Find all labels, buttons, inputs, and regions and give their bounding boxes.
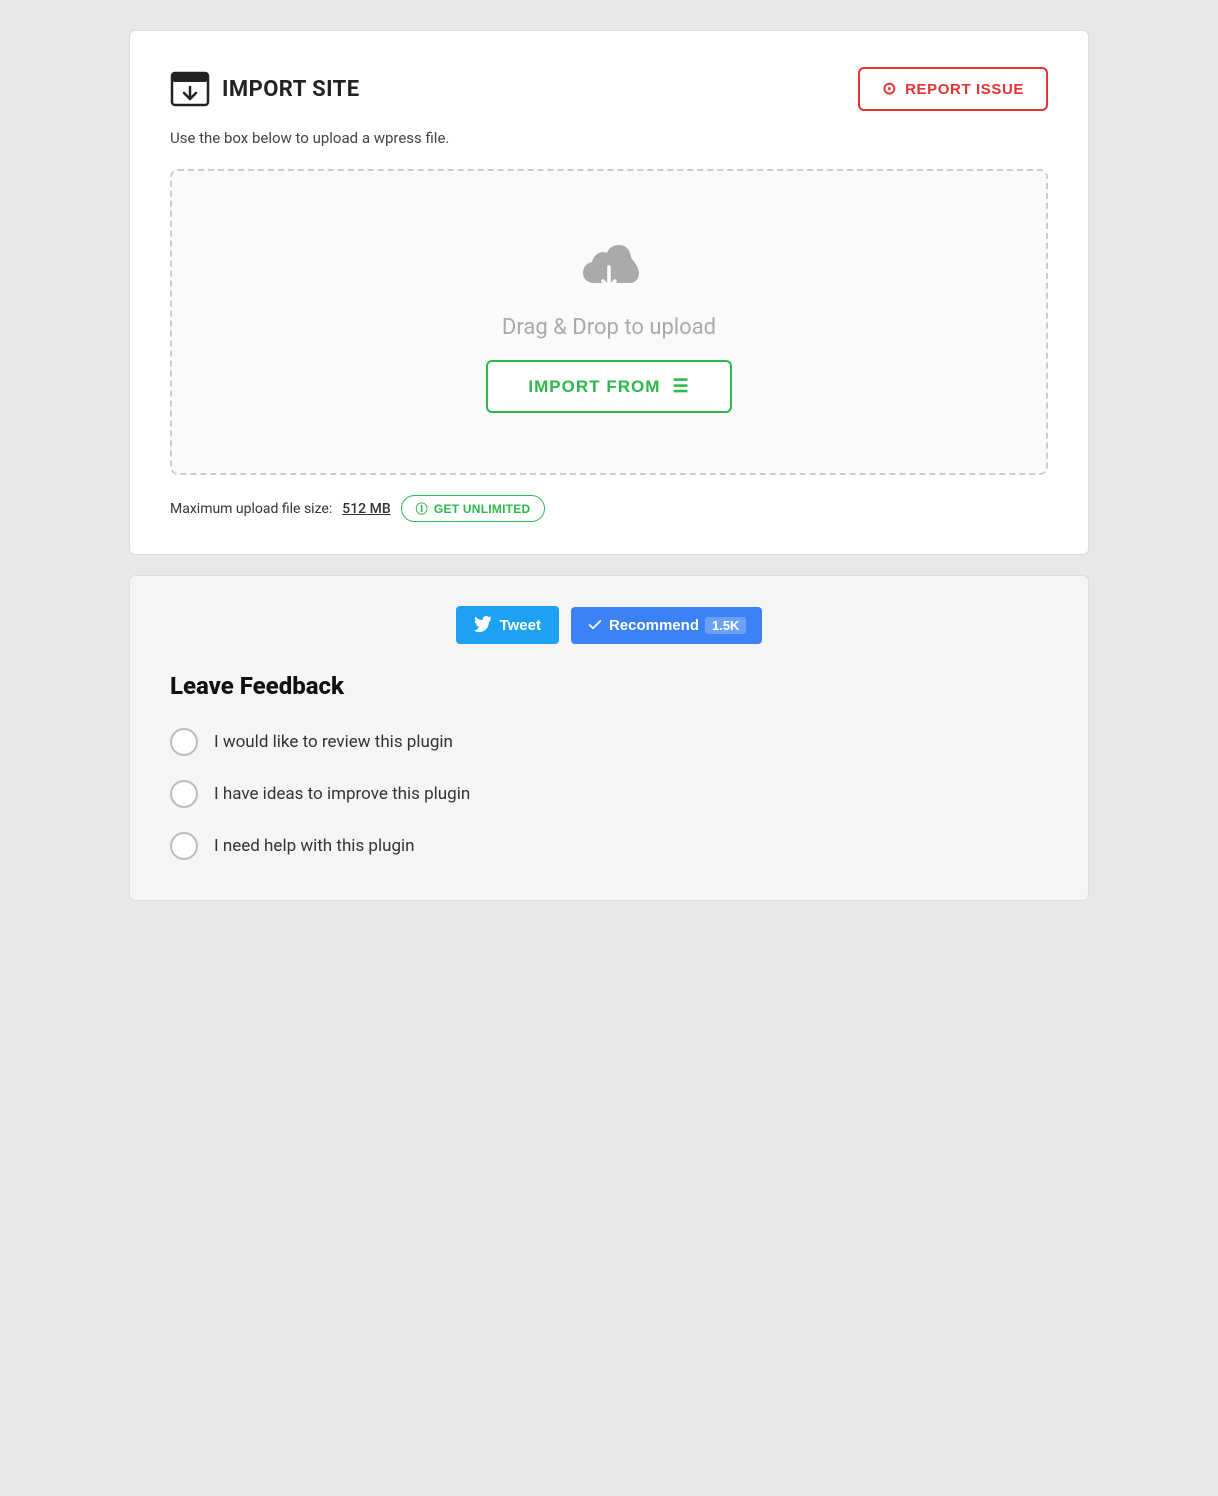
file-size-label: Maximum upload file size: (170, 501, 332, 517)
menu-lines-icon: ☰ (672, 376, 689, 397)
radio-ideas[interactable] (170, 780, 198, 808)
drag-drop-text: Drag & Drop to upload (502, 315, 716, 340)
import-site-icon (170, 69, 210, 109)
feedback-option-review[interactable]: I would like to review this plugin (170, 728, 1048, 756)
cloud-upload-icon (569, 231, 649, 295)
feedback-option-review-label: I would like to review this plugin (214, 732, 453, 752)
tweet-label: Tweet (500, 617, 541, 634)
file-size-info: Maximum upload file size: 512 MB ⓘ GET U… (170, 495, 1048, 522)
import-site-title: IMPORT SITE (222, 77, 360, 102)
get-unlimited-button[interactable]: ⓘ GET UNLIMITED (401, 495, 546, 522)
recommend-count: 1.5K (705, 617, 746, 634)
radio-help[interactable] (170, 832, 198, 860)
recommend-label: Recommend (609, 617, 699, 634)
social-buttons: Tweet Recommend 1.5K (170, 606, 1048, 644)
page-wrapper: IMPORT SITE ⊙ REPORT ISSUE Use the box b… (129, 30, 1089, 901)
feedback-card: Tweet Recommend 1.5K Leave Feedback I wo… (129, 575, 1089, 901)
feedback-option-ideas[interactable]: I have ideas to improve this plugin (170, 780, 1048, 808)
feedback-options: I would like to review this plugin I hav… (170, 728, 1048, 860)
get-unlimited-label: GET UNLIMITED (434, 502, 530, 516)
import-header: IMPORT SITE ⊙ REPORT ISSUE (170, 67, 1048, 111)
tweet-button[interactable]: Tweet (456, 606, 559, 644)
import-title: IMPORT SITE (170, 69, 360, 109)
report-issue-label: REPORT ISSUE (905, 81, 1024, 98)
twitter-icon (474, 616, 492, 634)
info-circle-icon: ⓘ (416, 500, 428, 517)
feedback-option-ideas-label: I have ideas to improve this plugin (214, 784, 470, 804)
radio-review[interactable] (170, 728, 198, 756)
import-from-label: IMPORT FROM (528, 377, 660, 397)
file-size-value: 512 MB (342, 501, 390, 517)
import-card: IMPORT SITE ⊙ REPORT ISSUE Use the box b… (129, 30, 1089, 555)
feedback-title: Leave Feedback (170, 672, 1048, 700)
import-subtitle: Use the box below to upload a wpress fil… (170, 129, 1048, 147)
feedback-option-help-label: I need help with this plugin (214, 836, 415, 856)
feedback-option-help[interactable]: I need help with this plugin (170, 832, 1048, 860)
recommend-button[interactable]: Recommend 1.5K (571, 607, 763, 644)
report-issue-button[interactable]: ⊙ REPORT ISSUE (858, 67, 1048, 111)
drop-zone[interactable]: Drag & Drop to upload IMPORT FROM ☰ (170, 169, 1048, 475)
import-from-button[interactable]: IMPORT FROM ☰ (486, 360, 731, 413)
checkmark-icon (587, 617, 603, 633)
alert-circle-icon: ⊙ (882, 79, 897, 99)
